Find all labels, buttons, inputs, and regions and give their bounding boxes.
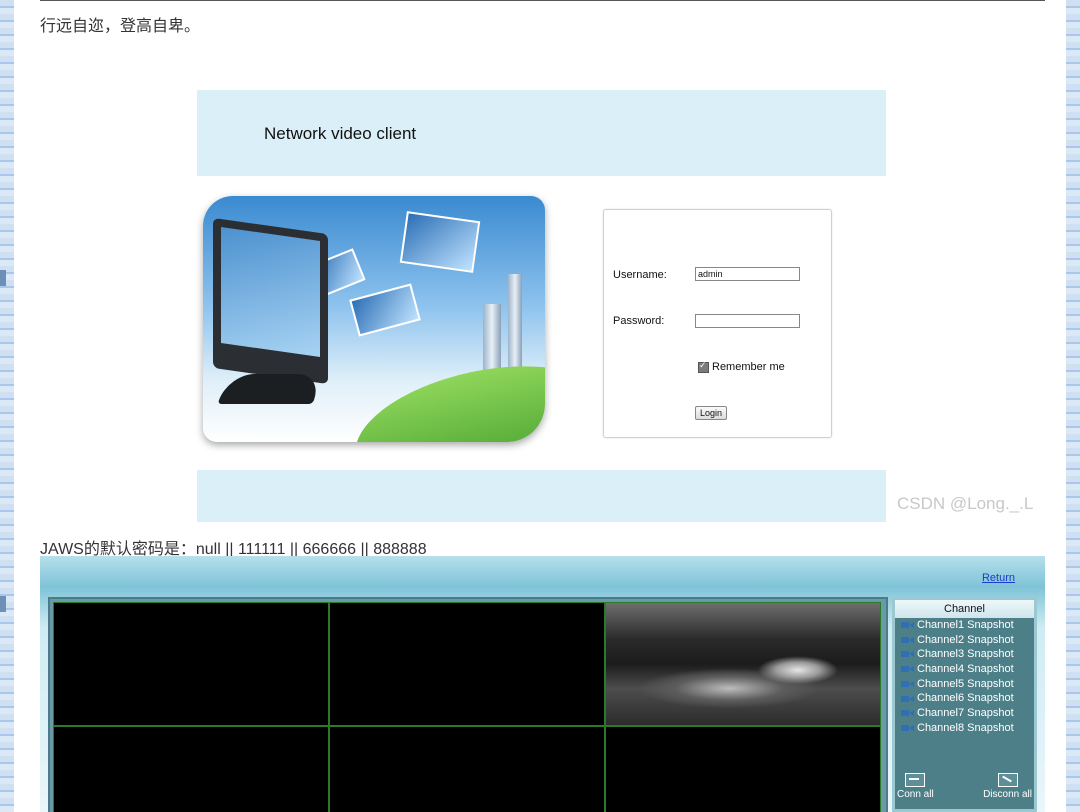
remember-checkbox[interactable] [698, 360, 709, 373]
password-label: Password: [613, 315, 665, 327]
video-cell-4[interactable] [53, 726, 329, 812]
channel-item[interactable]: Channel6 Snapshot [895, 691, 1034, 706]
monitor-screen [221, 227, 320, 357]
connection-controls: Conn all Disconn all [895, 769, 1034, 809]
floating-photo [399, 211, 481, 273]
channel-label: Channel8 Snapshot [917, 721, 1014, 734]
username-label: Username: [613, 269, 667, 281]
channel-item[interactable]: Channel4 Snapshot [895, 662, 1034, 677]
watermark: CSDN @Long._.L [897, 494, 1034, 513]
left-border-tab [0, 270, 6, 286]
camera-icon [901, 636, 915, 644]
connect-icon [905, 773, 926, 787]
top-divider [40, 0, 1045, 1]
username-input[interactable] [695, 267, 800, 281]
app-title: Network video client [264, 124, 417, 143]
video-cell-3[interactable] [605, 602, 881, 726]
left-border-decoration [0, 0, 14, 812]
camera-icon [901, 695, 915, 703]
right-border-decoration [1066, 0, 1080, 812]
camera-icon [901, 650, 915, 658]
channel-item[interactable]: Channel7 Snapshot [895, 706, 1034, 721]
channel-item[interactable]: Channel1 Snapshot [895, 618, 1034, 633]
remember-label: Remember me [712, 361, 785, 373]
channel-title: Channel [895, 600, 1034, 618]
channel-label: Channel1 Snapshot [917, 619, 1014, 631]
login-header-banner: Network video client [197, 90, 886, 176]
camera-icon [901, 665, 915, 673]
video-cell-5[interactable] [329, 726, 605, 812]
channel-item[interactable]: Channel5 Snapshot [895, 677, 1034, 692]
login-form: Username: Password: Remember me Login [603, 209, 832, 438]
camera-icon [901, 680, 915, 688]
channel-label: Channel4 Snapshot [917, 663, 1014, 676]
channel-panel: Channel Channel1 Snapshot Channel2 Snaps… [892, 597, 1037, 812]
video-area [48, 597, 888, 812]
channel-label: Channel3 Snapshot [917, 648, 1014, 661]
monitor-graphic [213, 217, 328, 385]
video-grid [53, 602, 881, 812]
return-link[interactable]: Return [982, 572, 1015, 584]
disconn-all-button[interactable]: Disconn all [983, 769, 1032, 809]
conn-all-button[interactable]: Conn all [897, 769, 934, 809]
floating-photo [349, 283, 421, 337]
channel-label: Channel5 Snapshot [917, 677, 1014, 690]
channel-label: Channel7 Snapshot [917, 707, 1014, 720]
conn-all-label: Conn all [897, 789, 934, 800]
video-cell-6[interactable] [605, 726, 881, 812]
login-button[interactable]: Login [695, 406, 727, 420]
channel-label: Channel2 Snapshot [917, 633, 1014, 646]
monitor-stand [217, 374, 324, 404]
video-cell-1[interactable] [53, 602, 329, 726]
motto-text: 行远自迩，登高自卑。 [40, 18, 201, 35]
monitor-illustration [203, 196, 545, 442]
disconnect-icon [997, 773, 1018, 787]
camera-icon [901, 621, 915, 629]
login-footer-banner [197, 470, 886, 522]
channel-item[interactable]: Channel2 Snapshot [895, 633, 1034, 648]
channel-label: Channel6 Snapshot [917, 692, 1014, 705]
channel-item[interactable]: Channel3 Snapshot [895, 647, 1034, 662]
camera-icon [901, 724, 915, 732]
channel-list: Channel1 Snapshot Channel2 Snapshot Chan… [895, 618, 1034, 736]
video-cell-2[interactable] [329, 602, 605, 726]
remember-me-row[interactable]: Remember me [698, 360, 785, 373]
channel-item[interactable]: Channel8 Snapshot [895, 721, 1034, 736]
password-input[interactable] [695, 314, 800, 328]
camera-icon [901, 709, 915, 717]
disconn-all-label: Disconn all [983, 789, 1032, 800]
left-border-tab [0, 596, 6, 612]
camera-viewer: Return Channel Channel1 Snapshot Channel… [40, 556, 1045, 812]
